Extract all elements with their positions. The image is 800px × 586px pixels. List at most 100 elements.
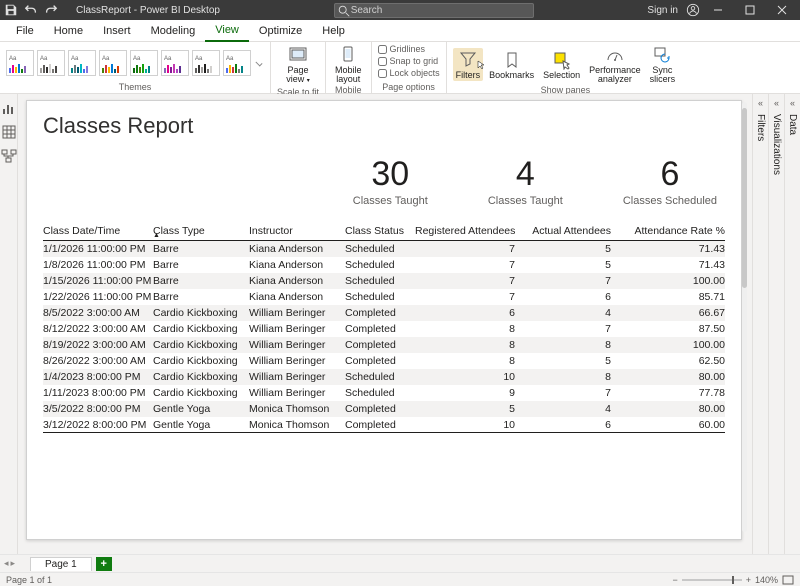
table-cell: 5 [525,355,619,367]
menu-tab-home[interactable]: Home [44,20,93,42]
table-row[interactable]: 8/19/2022 3:00:00 AMCardio KickboxingWil… [43,337,725,353]
maximize-button[interactable] [736,0,764,20]
table-cell: Cardio Kickboxing [153,339,249,351]
selection-pane-button[interactable]: Selection [540,49,583,81]
fit-to-page-icon[interactable] [782,575,794,585]
table-cell: 1/4/2023 8:00:00 PM [43,371,153,383]
report-canvas[interactable]: Classes Report 30Classes Taught4Classes … [26,100,742,540]
save-icon[interactable] [4,3,18,17]
kpi-card-0[interactable]: 30Classes Taught [353,157,428,207]
search-input[interactable] [334,3,534,18]
menu-tab-modeling[interactable]: Modeling [141,20,206,42]
table-row[interactable]: 1/8/2026 11:00:00 PMBarreKiana AndersonS… [43,257,725,273]
column-header[interactable]: Instructor [249,225,345,237]
column-header[interactable]: Attendance Rate % [619,225,725,237]
table-cell: Kiana Anderson [249,259,345,271]
add-page-button[interactable]: + [96,557,112,571]
vertical-scrollbar[interactable] [742,102,747,532]
table-cell: William Beringer [249,323,345,335]
page-view-button[interactable]: Pageview ▾ [283,44,313,87]
model-view-icon[interactable] [1,148,17,164]
column-header[interactable]: Registered Attendees [415,225,525,237]
page-nav-arrows[interactable]: ◂▸ [4,558,15,569]
column-header[interactable]: Class Status [345,225,415,237]
redo-icon[interactable] [44,3,58,17]
zoom-slider[interactable] [682,579,742,581]
menu-tab-help[interactable]: Help [312,20,355,42]
table-cell: Completed [345,307,415,319]
theme-thumb-1[interactable]: Aa [6,50,34,76]
close-button[interactable] [768,0,796,20]
table-cell: 7 [415,259,525,271]
theme-thumb-8[interactable]: Aa [223,50,251,76]
minimize-button[interactable] [704,0,732,20]
table-cell: 6 [525,419,619,431]
table-row[interactable]: 8/5/2022 3:00:00 AMCardio KickboxingWill… [43,305,725,321]
table-row[interactable]: 3/12/2022 8:00:00 PMGentle YogaMonica Th… [43,417,725,433]
table-cell: 62.50 [619,355,725,367]
menu-tab-file[interactable]: File [6,20,44,42]
data-table: Class Date/TimeClass Type▲InstructorClas… [43,225,725,433]
table-cell: Monica Thomson [249,419,345,431]
ribbon-group-show-panes: Filters Bookmarks Selection Performancea… [447,42,685,93]
menu-tab-insert[interactable]: Insert [93,20,141,42]
table-row[interactable]: 8/26/2022 3:00:00 AMCardio KickboxingWil… [43,353,725,369]
report-view-icon[interactable] [1,100,17,116]
table-cell: 3/5/2022 8:00:00 PM [43,403,153,415]
gridlines-checkbox[interactable]: Gridlines [378,44,426,54]
undo-icon[interactable] [24,3,38,17]
theme-thumb-2[interactable]: Aa [37,50,65,76]
pane-label: Filters [755,114,766,141]
card-row: 30Classes Taught 4Classes Taught 6 Classes … [43,157,725,207]
collapsed-pane-visualizations[interactable]: «Visualizations [768,94,784,554]
column-header[interactable]: Class Date/Time [43,225,153,237]
table-row[interactable]: 3/5/2022 8:00:00 PMGentle YogaMonica Tho… [43,401,725,417]
zoom-out-button[interactable]: − [672,575,677,585]
menu-tab-view[interactable]: View [205,20,249,42]
table-row[interactable]: 1/11/2023 8:00:00 PMCardio KickboxingWil… [43,385,725,401]
collapsed-pane-data[interactable]: «Data [784,94,800,554]
kpi-label: Classes Scheduled [623,195,717,207]
table-cell: 6 [525,291,619,303]
sync-slicers-button[interactable]: Syncslicers [647,44,679,85]
data-view-icon[interactable] [1,124,17,140]
sign-in-button[interactable]: Sign in [647,5,678,16]
kpi-card-2[interactable]: 6 Classes Scheduled [623,157,717,207]
lock-objects-checkbox[interactable]: Lock objects [378,68,440,78]
theme-thumb-3[interactable]: Aa [68,50,96,76]
window-titlebar: ClassReport - Power BI Desktop Sign in [0,0,800,20]
bookmarks-pane-button[interactable]: Bookmarks [486,49,537,81]
page-indicator: Page 1 of 1 [6,575,52,585]
table-row[interactable]: 1/22/2026 11:00:00 PMBarreKiana Anderson… [43,289,725,305]
table-cell: 71.43 [619,259,725,271]
theme-thumb-5[interactable]: Aa [130,50,158,76]
table-row[interactable]: 1/15/2026 11:00:00 PMBarreKiana Anderson… [43,273,725,289]
zoom-in-button[interactable]: + [746,575,751,585]
table-row[interactable]: 8/12/2022 3:00:00 AMCardio KickboxingWil… [43,321,725,337]
table-row[interactable]: 1/1/2026 11:00:00 PMBarreKiana AndersonS… [43,241,725,257]
kpi-value: 30 [353,157,428,191]
theme-thumb-7[interactable]: Aa [192,50,220,76]
performance-analyzer-button[interactable]: Performanceanalyzer [586,44,644,85]
user-icon[interactable] [686,3,700,17]
workspace: Classes Report 30Classes Taught4Classes … [0,94,800,554]
theme-thumb-4[interactable]: Aa [99,50,127,76]
table-row[interactable]: 1/4/2023 8:00:00 PMCardio KickboxingWill… [43,369,725,385]
table-cell: 8 [415,355,525,367]
mobile-layout-button[interactable]: Mobilelayout [332,44,365,85]
column-header[interactable]: Class Type▲ [153,225,249,237]
sort-asc-icon: ▲ [153,232,160,237]
column-header[interactable]: Actual Attendees [525,225,619,237]
table-cell: 8/5/2022 3:00:00 AM [43,307,153,319]
kpi-card-1[interactable]: 4Classes Taught [488,157,563,207]
kpi-value: 6 [623,157,717,191]
table-cell: 10 [415,419,525,431]
table-cell: Gentle Yoga [153,403,249,415]
menu-tab-optimize[interactable]: Optimize [249,20,312,42]
filters-pane-button[interactable]: Filters [453,48,484,81]
page-tab-1[interactable]: Page 1 [30,557,92,571]
snap-to-grid-checkbox[interactable]: Snap to grid [378,56,439,66]
collapsed-pane-filters[interactable]: «Filters [752,94,768,554]
theme-thumb-6[interactable]: Aa [161,50,189,76]
themes-dropdown[interactable] [254,61,264,65]
